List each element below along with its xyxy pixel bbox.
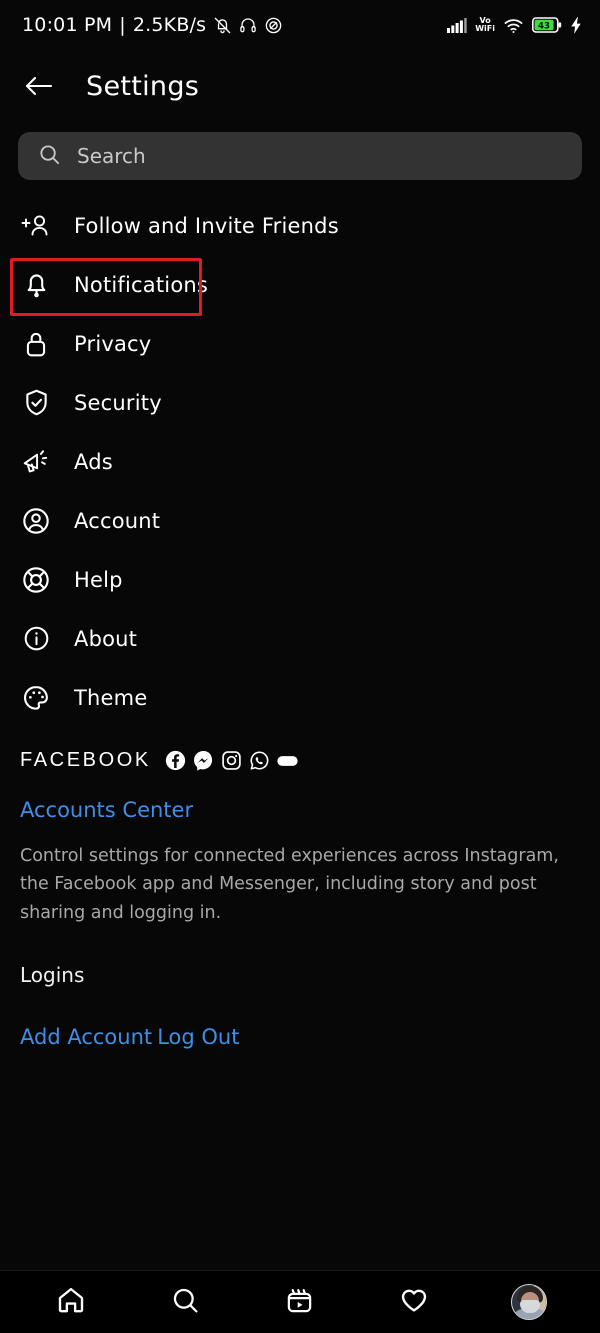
- bottom-navigation-bar: [0, 1270, 600, 1333]
- page-title: Settings: [86, 70, 200, 102]
- charging-bolt-icon: [570, 16, 582, 34]
- nav-home[interactable]: [44, 1279, 98, 1325]
- logins-heading: Logins: [20, 963, 85, 988]
- back-button[interactable]: [22, 69, 56, 103]
- accounts-center-description: Control settings for connected experienc…: [20, 846, 559, 923]
- life-ring-icon: [20, 564, 52, 596]
- status-bar-left: 10:01 PM | 2.5KB/s: [22, 14, 283, 36]
- facebook-header: FACEBOOK: [20, 749, 580, 772]
- menu-item-label: Ads: [74, 449, 113, 474]
- menu-item-label: About: [74, 626, 138, 651]
- menu-item-ads[interactable]: Ads: [0, 432, 600, 491]
- megaphone-icon: [20, 446, 52, 478]
- palette-icon: [20, 682, 52, 714]
- instagram-icon: [221, 750, 242, 771]
- heart-icon: [399, 1285, 429, 1319]
- nav-search[interactable]: [159, 1279, 213, 1325]
- menu-item-label: Theme: [74, 685, 148, 710]
- avatar-icon: [510, 1284, 547, 1320]
- add-account-link[interactable]: Add Account: [20, 1025, 152, 1049]
- facebook-section: FACEBOOK Accounts Center Control setting…: [0, 727, 600, 1049]
- status-bar: 10:01 PM | 2.5KB/s Vo WiFi 43: [0, 0, 600, 50]
- search-bar[interactable]: Search: [18, 132, 582, 180]
- volte-wifi-icon: Vo WiFi: [475, 17, 495, 33]
- facebook-wordmark: FACEBOOK: [20, 749, 151, 771]
- menu-item-label: Security: [74, 390, 162, 415]
- status-separator: |: [119, 14, 126, 36]
- log-out-link[interactable]: Log Out: [157, 1025, 239, 1049]
- search-section: Search: [0, 122, 600, 180]
- menu-item-theme[interactable]: Theme: [0, 668, 600, 727]
- lock-icon: [20, 328, 52, 360]
- arrow-left-icon: [25, 76, 53, 96]
- nav-profile[interactable]: [502, 1279, 556, 1325]
- person-circle-icon: [20, 505, 52, 537]
- messenger-icon: [193, 750, 214, 771]
- home-icon: [56, 1285, 86, 1319]
- menu-item-about[interactable]: About: [0, 609, 600, 668]
- dnd-circle-slash-icon: [264, 16, 283, 35]
- info-circle-icon: [20, 623, 52, 655]
- accounts-center-link[interactable]: Accounts Center: [20, 798, 193, 822]
- status-clock: 10:01 PM: [22, 14, 113, 36]
- search-icon: [38, 143, 61, 170]
- battery-icon: 43: [532, 17, 562, 33]
- volte-line-2: WiFi: [475, 24, 495, 33]
- facebook-brand-icons: [165, 750, 298, 771]
- cellular-signal-icon: [447, 17, 467, 33]
- search-input[interactable]: Search: [77, 144, 146, 168]
- bell-muted-icon: [213, 16, 232, 35]
- nav-reels[interactable]: [273, 1279, 327, 1325]
- shield-check-icon: [20, 387, 52, 419]
- menu-item-label: Follow and Invite Friends: [74, 213, 339, 238]
- whatsapp-icon: [249, 750, 270, 771]
- menu-item-label: Privacy: [74, 331, 152, 356]
- reels-icon: [285, 1286, 314, 1319]
- menu-item-label: Notifications: [74, 272, 209, 297]
- menu-item-account[interactable]: Account: [0, 491, 600, 550]
- search-icon: [171, 1286, 200, 1319]
- menu-item-label: Help: [74, 567, 123, 592]
- person-plus-icon: [20, 210, 52, 242]
- app-header: Settings: [0, 50, 600, 122]
- menu-item-notifications[interactable]: Notifications: [0, 255, 600, 316]
- nav-activity[interactable]: [387, 1279, 441, 1325]
- facebook-icon: [165, 750, 186, 771]
- meta-oval-icon: [277, 750, 298, 771]
- network-speed: 2.5KB/s: [132, 14, 207, 36]
- headphones-icon: [239, 16, 257, 34]
- menu-item-help[interactable]: Help: [0, 550, 600, 609]
- settings-menu: Follow and Invite Friends Notifications …: [0, 180, 600, 727]
- phone-screen: 10:01 PM | 2.5KB/s Vo WiFi 43 Settings S…: [0, 0, 600, 1333]
- menu-item-privacy[interactable]: Privacy: [0, 314, 600, 373]
- menu-item-security[interactable]: Security: [0, 373, 600, 432]
- menu-item-label: Account: [74, 508, 161, 533]
- status-bar-right: Vo WiFi 43: [447, 16, 582, 34]
- battery-level-text: 43: [538, 22, 550, 32]
- wifi-icon: [503, 17, 524, 34]
- bell-icon: [20, 269, 52, 301]
- menu-item-follow-and-invite-friends[interactable]: Follow and Invite Friends: [0, 196, 600, 255]
